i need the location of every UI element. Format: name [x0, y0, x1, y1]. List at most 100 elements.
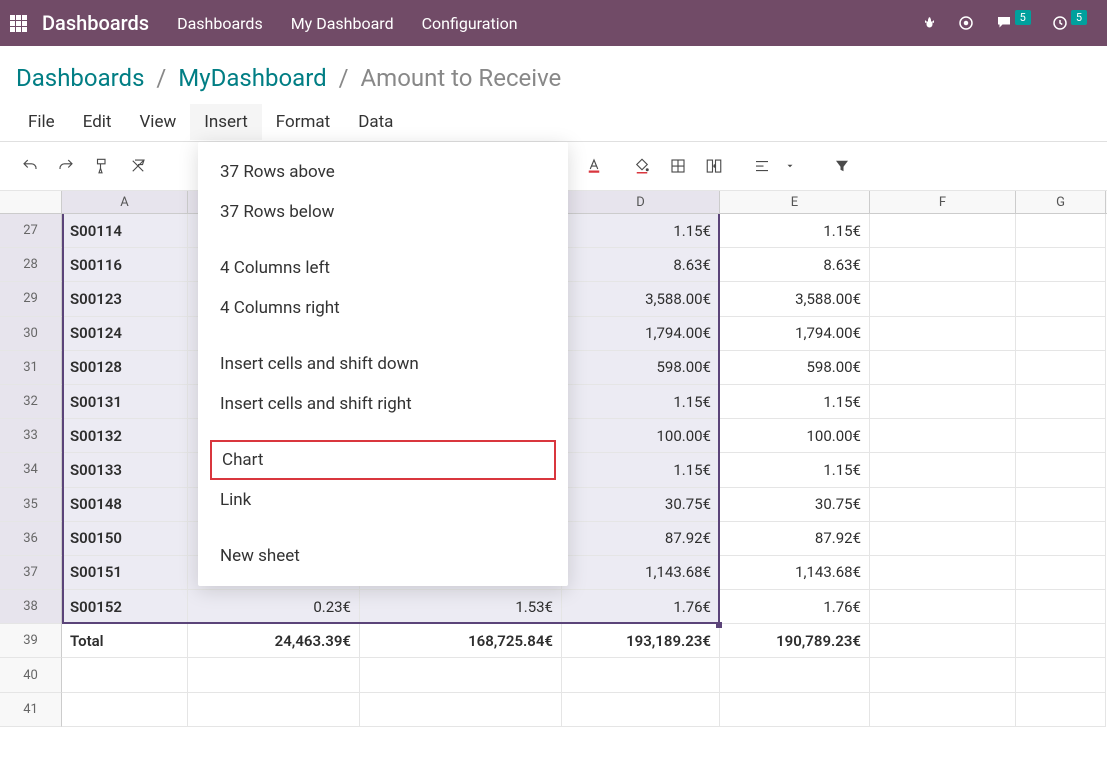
row-number[interactable]: 35: [0, 488, 62, 522]
col-header-D[interactable]: D: [562, 191, 720, 213]
cell[interactable]: 100.00€: [562, 419, 720, 453]
cell[interactable]: 1,794.00€: [720, 317, 870, 351]
select-all-corner[interactable]: [0, 191, 62, 213]
cell[interactable]: [1016, 556, 1106, 590]
menu-file[interactable]: File: [14, 104, 69, 140]
cell[interactable]: [870, 282, 1016, 316]
insert-rows-below[interactable]: 37 Rows below: [198, 192, 568, 232]
align-dropdown-icon[interactable]: [782, 150, 798, 182]
menu-edit[interactable]: Edit: [69, 104, 126, 140]
cell[interactable]: 598.00€: [720, 351, 870, 385]
cell[interactable]: S00124: [62, 317, 188, 351]
breadcrumb-mydashboard[interactable]: MyDashboard: [178, 64, 326, 92]
cell[interactable]: [870, 453, 1016, 487]
insert-shift-down[interactable]: Insert cells and shift down: [198, 344, 568, 384]
insert-rows-above[interactable]: 37 Rows above: [198, 152, 568, 192]
cell[interactable]: 24,463.39€: [188, 624, 360, 658]
merge-cells-button[interactable]: [698, 150, 730, 182]
row-number[interactable]: 40: [0, 658, 62, 692]
cell[interactable]: [870, 488, 1016, 522]
cell[interactable]: S00114: [62, 214, 188, 248]
redo-button[interactable]: [50, 150, 82, 182]
row-number[interactable]: 29: [0, 282, 62, 316]
cell[interactable]: [1016, 317, 1106, 351]
row-number[interactable]: 27: [0, 214, 62, 248]
row-number[interactable]: 39: [0, 624, 62, 658]
cell[interactable]: 168,725.84€: [360, 624, 562, 658]
cell[interactable]: [562, 658, 720, 692]
clear-format-button[interactable]: [122, 150, 154, 182]
cell[interactable]: 30.75€: [562, 488, 720, 522]
cell[interactable]: 1.53€: [360, 590, 562, 624]
cell[interactable]: [1016, 624, 1106, 658]
row-number[interactable]: 33: [0, 419, 62, 453]
insert-cols-right[interactable]: 4 Columns right: [198, 288, 568, 328]
cell[interactable]: [870, 624, 1016, 658]
bug-icon[interactable]: [919, 14, 937, 32]
nav-my-dashboard[interactable]: My Dashboard: [291, 14, 394, 33]
menu-data[interactable]: Data: [344, 104, 407, 140]
cell[interactable]: S00151: [62, 556, 188, 590]
cell[interactable]: [62, 693, 188, 727]
cell[interactable]: [870, 419, 1016, 453]
cell[interactable]: [1016, 522, 1106, 556]
menu-format[interactable]: Format: [262, 104, 344, 140]
cell[interactable]: [1016, 658, 1106, 692]
cell[interactable]: [1016, 248, 1106, 282]
cell[interactable]: [1016, 590, 1106, 624]
cell[interactable]: 190,789.23€: [720, 624, 870, 658]
cell[interactable]: 1.76€: [562, 590, 720, 624]
cell[interactable]: S00128: [62, 351, 188, 385]
cell[interactable]: 100.00€: [720, 419, 870, 453]
cell[interactable]: [1016, 488, 1106, 522]
cell[interactable]: S00133: [62, 453, 188, 487]
row-number[interactable]: 34: [0, 453, 62, 487]
insert-cols-left[interactable]: 4 Columns left: [198, 248, 568, 288]
insert-link[interactable]: Link: [198, 480, 568, 520]
cell[interactable]: [870, 351, 1016, 385]
row-number[interactable]: 30: [0, 317, 62, 351]
cell[interactable]: S00150: [62, 522, 188, 556]
cell[interactable]: 1.15€: [720, 214, 870, 248]
undo-button[interactable]: [14, 150, 46, 182]
row-number[interactable]: 32: [0, 385, 62, 419]
menu-insert[interactable]: Insert: [190, 104, 262, 140]
cell[interactable]: 1.15€: [562, 385, 720, 419]
breadcrumb-dashboards[interactable]: Dashboards: [16, 64, 144, 92]
row-number[interactable]: 37: [0, 556, 62, 590]
cell[interactable]: [188, 693, 360, 727]
cell[interactable]: 598.00€: [562, 351, 720, 385]
cell[interactable]: 1.15€: [720, 385, 870, 419]
cell[interactable]: [870, 522, 1016, 556]
cell[interactable]: S00132: [62, 419, 188, 453]
cell[interactable]: [870, 214, 1016, 248]
cell[interactable]: 1.15€: [562, 214, 720, 248]
row-number[interactable]: 38: [0, 590, 62, 624]
cell[interactable]: 193,189.23€: [562, 624, 720, 658]
col-header-G[interactable]: G: [1016, 191, 1106, 213]
cell[interactable]: 87.92€: [562, 522, 720, 556]
row-number[interactable]: 31: [0, 351, 62, 385]
cell[interactable]: [1016, 693, 1106, 727]
cell[interactable]: [870, 658, 1016, 692]
cell[interactable]: [360, 693, 562, 727]
cell[interactable]: Total: [62, 624, 188, 658]
cell[interactable]: [1016, 419, 1106, 453]
col-header-F[interactable]: F: [870, 191, 1016, 213]
filter-button[interactable]: [826, 150, 858, 182]
col-header-A[interactable]: A: [62, 191, 188, 213]
borders-button[interactable]: [662, 150, 694, 182]
cell[interactable]: [870, 693, 1016, 727]
row-number[interactable]: 28: [0, 248, 62, 282]
menu-view[interactable]: View: [125, 104, 190, 140]
cell[interactable]: S00131: [62, 385, 188, 419]
cell[interactable]: 1,143.68€: [562, 556, 720, 590]
insert-new-sheet[interactable]: New sheet: [198, 536, 568, 576]
col-header-E[interactable]: E: [720, 191, 870, 213]
nav-configuration[interactable]: Configuration: [422, 14, 518, 33]
cell[interactable]: 8.63€: [562, 248, 720, 282]
align-button[interactable]: [746, 150, 778, 182]
cell[interactable]: [720, 658, 870, 692]
apps-grid-icon[interactable]: [10, 15, 30, 32]
cell[interactable]: [870, 317, 1016, 351]
